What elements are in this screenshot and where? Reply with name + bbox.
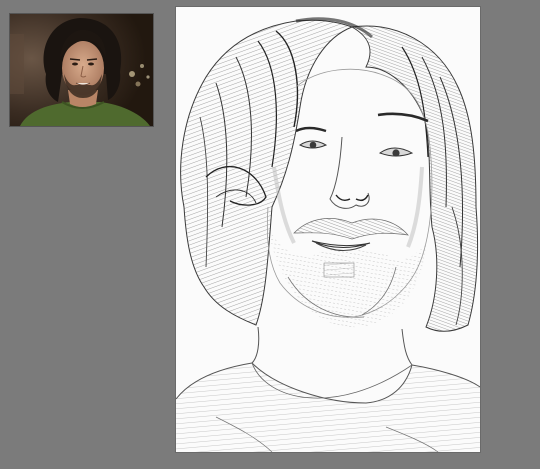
neck-sketch — [251, 326, 413, 366]
shirt-sketch — [176, 362, 480, 452]
reference-photo-image — [10, 14, 153, 126]
reference-photo[interactable] — [10, 14, 153, 126]
drawing-canvas[interactable] — [176, 7, 480, 452]
pencil-portrait-sketch-icon — [176, 17, 480, 452]
